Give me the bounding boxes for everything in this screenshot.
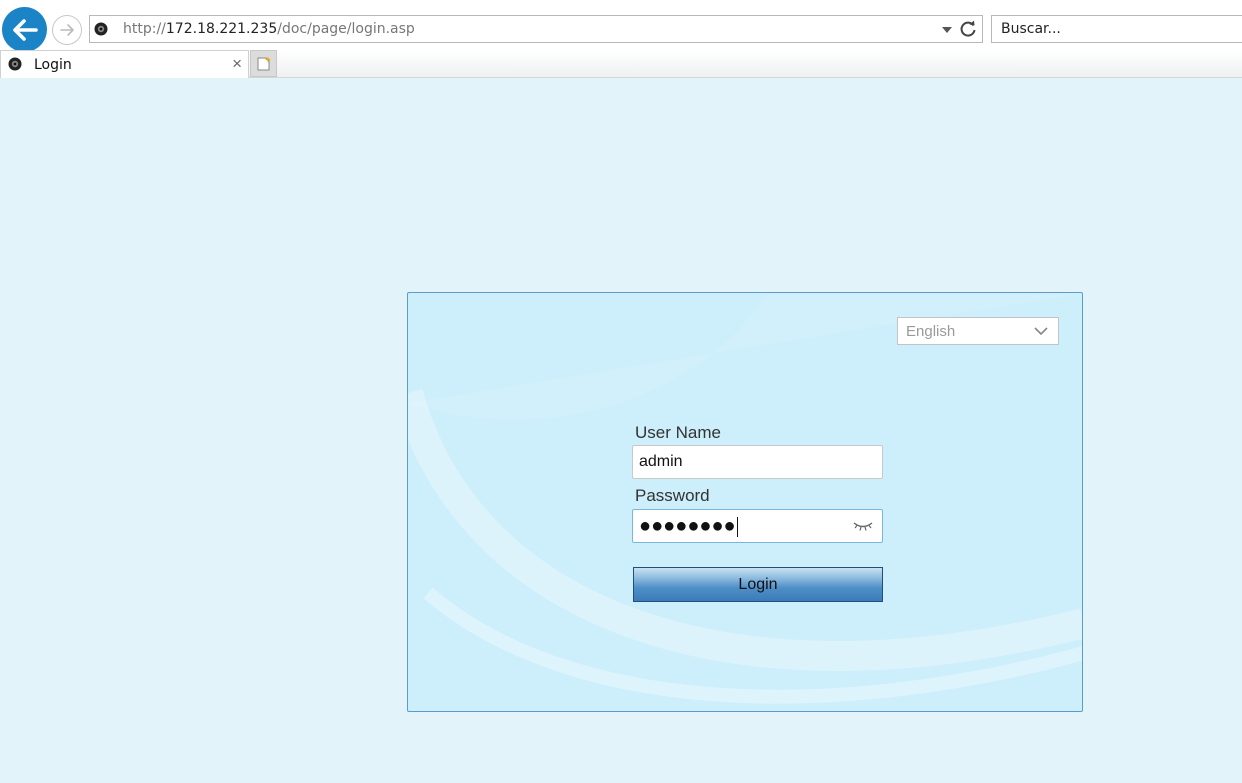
eye-closed-icon[interactable] xyxy=(853,521,873,533)
username-value: admin xyxy=(639,453,683,470)
close-icon[interactable]: × xyxy=(232,54,242,74)
tab-title: Login xyxy=(34,57,72,73)
background-swoosh xyxy=(408,293,1082,704)
language-value: English xyxy=(906,323,956,340)
login-panel: English User Name admin Password ●●●●●●●… xyxy=(407,292,1083,712)
password-label: Password xyxy=(635,486,710,505)
new-tab-icon xyxy=(257,56,271,70)
tab-login[interactable]: Login × xyxy=(0,50,249,78)
arrow-right-icon xyxy=(60,24,74,36)
password-mask: ●●●●●●●● xyxy=(639,515,738,537)
login-button-label: Login xyxy=(738,576,778,593)
camera-site-icon xyxy=(94,22,108,36)
tab-strip: Login × xyxy=(0,50,1242,78)
language-select[interactable]: English xyxy=(897,317,1059,345)
address-url[interactable]: http://172.18.221.235/doc/page/login.asp xyxy=(123,21,415,37)
address-bar[interactable]: http://172.18.221.235/doc/page/login.asp xyxy=(89,15,983,43)
username-label: User Name xyxy=(635,423,721,442)
address-dropdown-icon[interactable] xyxy=(942,27,952,33)
new-tab-button[interactable] xyxy=(250,50,277,77)
back-button[interactable] xyxy=(2,7,47,52)
refresh-icon[interactable] xyxy=(958,19,978,39)
chevron-down-icon xyxy=(1034,327,1048,336)
username-field[interactable]: admin xyxy=(632,445,883,479)
browser-chrome: http://172.18.221.235/doc/page/login.asp… xyxy=(0,0,1242,78)
camera-site-icon xyxy=(8,57,22,71)
forward-button[interactable] xyxy=(52,15,82,45)
search-box[interactable]: Buscar... xyxy=(991,15,1242,43)
login-button[interactable]: Login xyxy=(633,567,883,602)
search-placeholder: Buscar... xyxy=(1001,21,1061,37)
password-field[interactable]: ●●●●●●●● xyxy=(632,509,883,543)
navigation-bar: http://172.18.221.235/doc/page/login.asp… xyxy=(0,0,1242,52)
arrow-left-icon xyxy=(12,18,38,41)
